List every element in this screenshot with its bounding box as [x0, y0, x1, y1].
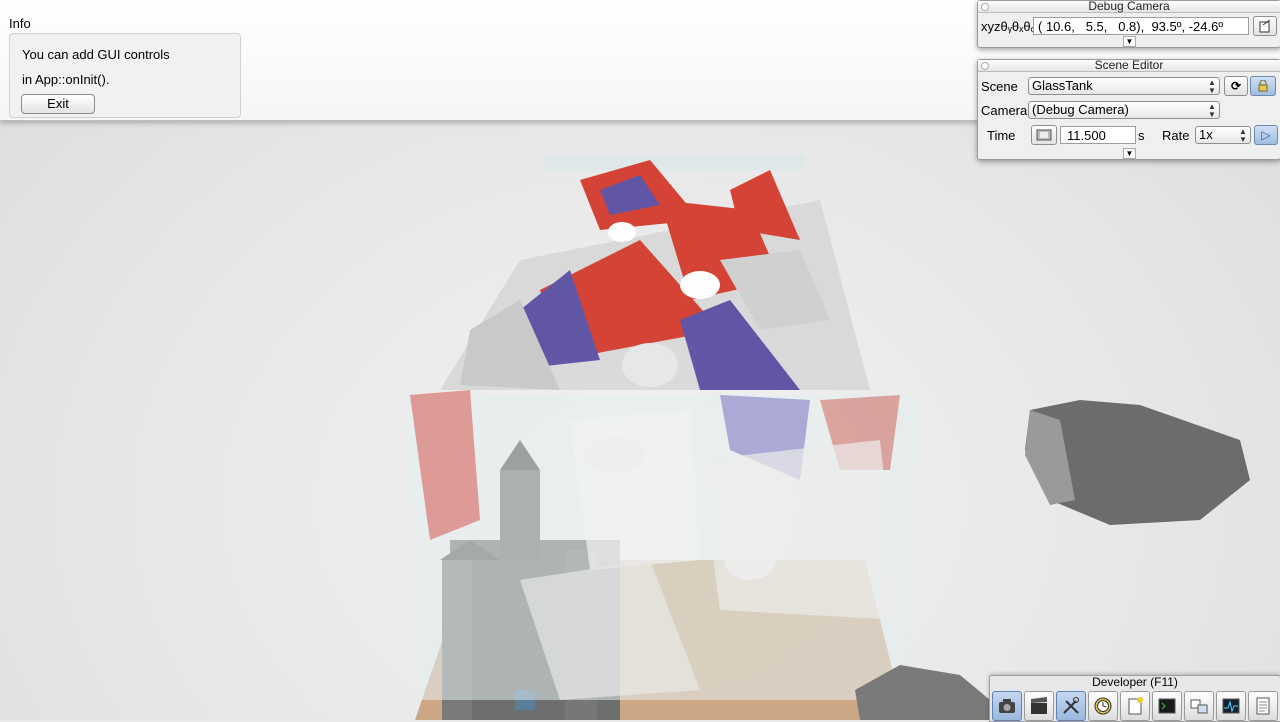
- close-icon[interactable]: [981, 3, 989, 11]
- log-tool-button[interactable]: [1248, 691, 1278, 721]
- camera-icon: [999, 699, 1015, 713]
- updown-arrows-icon: ▲ ▼: [1208, 78, 1216, 95]
- info-title: Info: [9, 16, 31, 31]
- info-box: You can add GUI controls in App::onInit(…: [9, 33, 241, 118]
- debug-camera-title: Debug Camera: [978, 0, 1280, 13]
- new-document-icon: [1128, 697, 1143, 715]
- profiler-icon: [1222, 698, 1240, 714]
- reload-scene-button[interactable]: ⟳: [1224, 76, 1248, 96]
- camera-dropdown-value: (Debug Camera): [1032, 102, 1129, 117]
- log-icon: [1256, 697, 1270, 715]
- console-tool-button[interactable]: [1152, 691, 1182, 721]
- camera-label: Camera: [981, 103, 1028, 118]
- close-icon[interactable]: [981, 62, 989, 70]
- info-text-line-2: in App::onInit().: [22, 72, 110, 87]
- time-field[interactable]: 11.500: [1060, 126, 1136, 144]
- scene-dropdown[interactable]: GlassTank ▲ ▼: [1028, 77, 1220, 95]
- rate-dropdown-value: 1x: [1199, 127, 1213, 142]
- windows-tool-button[interactable]: [1184, 691, 1214, 721]
- camera-dropdown[interactable]: (Debug Camera) ▲ ▼: [1028, 101, 1220, 119]
- reload-icon: ⟳: [1230, 79, 1242, 93]
- play-button[interactable]: ▷: [1254, 125, 1278, 145]
- exit-button[interactable]: Exit: [21, 94, 95, 114]
- lock-scene-button[interactable]: [1250, 76, 1276, 96]
- new-document-tool-button[interactable]: [1120, 691, 1150, 721]
- windows-icon: [1190, 699, 1208, 714]
- movie-tool-button[interactable]: [1024, 691, 1054, 721]
- lock-icon: [1258, 79, 1268, 92]
- scene-dropdown-value: GlassTank: [1032, 78, 1093, 93]
- scene-label: Scene: [981, 79, 1018, 94]
- time-tool-button[interactable]: [1088, 691, 1118, 721]
- updown-arrows-icon: ▲ ▼: [1239, 127, 1247, 144]
- camera-coords-label: xyzθᵧθₓθᵩ: [981, 19, 1037, 34]
- scene-editor-title: Scene Editor: [978, 59, 1280, 72]
- rate-dropdown[interactable]: 1x ▲ ▼: [1195, 126, 1251, 144]
- copy-camera-button[interactable]: [1253, 16, 1277, 36]
- camera-coords-field[interactable]: ( 10.6, 5.5, 0.8), 93.5º, -24.6º: [1033, 17, 1249, 35]
- film-clapper-icon: [1031, 697, 1047, 714]
- tools-tool-button[interactable]: [1056, 691, 1086, 721]
- clipboard-icon: [1259, 19, 1271, 33]
- rate-label: Rate: [1162, 128, 1190, 143]
- console-icon: [1158, 698, 1176, 714]
- chevron-down-icon[interactable]: ▼: [1123, 148, 1136, 159]
- profiler-tool-button[interactable]: [1216, 691, 1246, 721]
- clock-icon: [1094, 697, 1112, 715]
- time-label: Time: [987, 128, 1016, 143]
- debug-camera-window: Debug Camera xyzθᵧθₓθᵩ ( 10.6, 5.5, 0.8)…: [977, 0, 1280, 48]
- tools-icon: [1063, 697, 1079, 714]
- chevron-down-icon[interactable]: ▼: [1123, 36, 1136, 47]
- developer-toolbar: Developer (F11): [989, 675, 1280, 722]
- scene-editor-window: Scene Editor Scene GlassTank ▲ ▼ ⟳ Camera…: [977, 59, 1280, 160]
- camera-tool-button[interactable]: [992, 691, 1022, 721]
- film-button[interactable]: [1031, 125, 1057, 145]
- film-icon: [1036, 129, 1052, 141]
- rock-model: [1025, 400, 1250, 525]
- time-unit: s: [1138, 128, 1145, 143]
- developer-title: Developer (F11): [1092, 675, 1178, 689]
- play-icon: ▷: [1261, 128, 1271, 142]
- updown-arrows-icon: ▲ ▼: [1208, 102, 1216, 119]
- info-text-line-1: You can add GUI controls: [22, 47, 170, 62]
